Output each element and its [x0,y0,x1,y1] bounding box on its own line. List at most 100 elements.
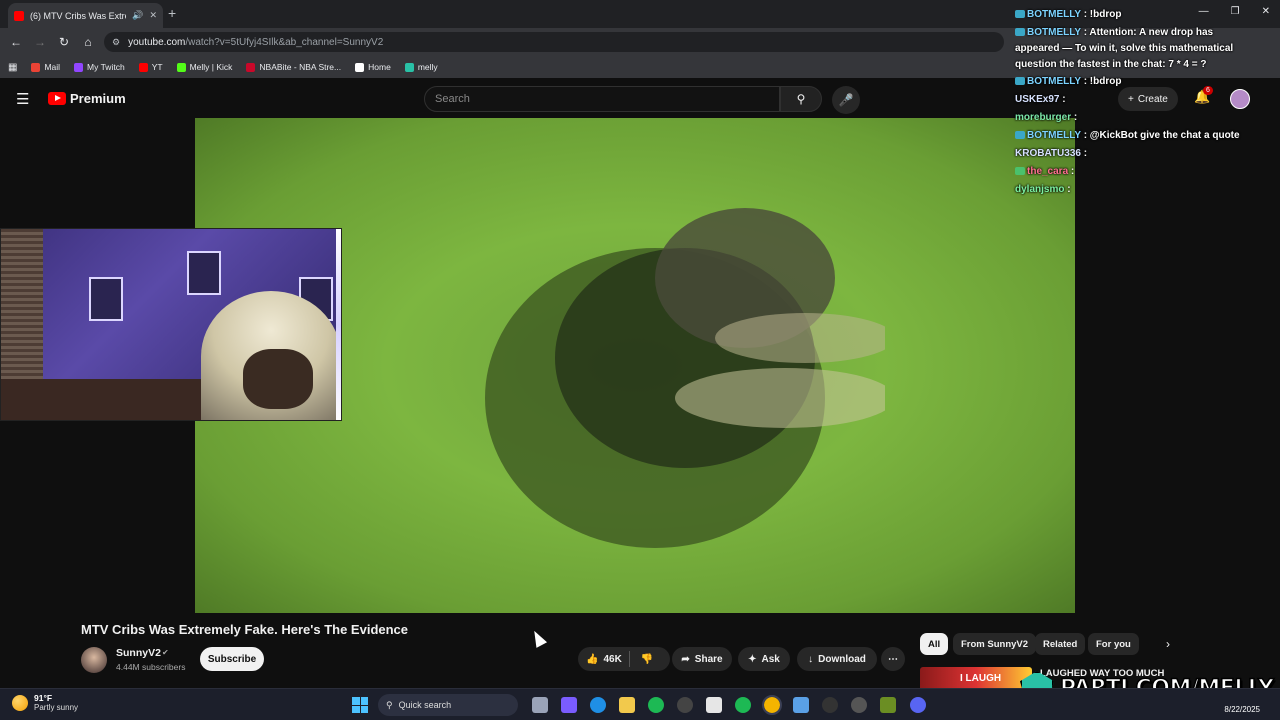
search-button[interactable]: ⚲ [780,86,822,112]
url-path: /watch?v=5tUfyj4SIlk&ab_channel=SunnyV2 [185,36,384,48]
menu-icon[interactable]: ☰ [16,90,29,108]
bot-badge-icon [1015,28,1025,37]
file-explorer-icon[interactable] [619,697,635,713]
windows-start-icon[interactable] [352,697,368,713]
more-dots-icon: ⋯ [888,653,898,665]
new-tab-button[interactable]: + [168,5,176,21]
like-divider [629,651,630,667]
channel-avatar[interactable] [81,647,107,673]
mouse-cursor-icon [528,628,548,648]
app-icon[interactable] [851,697,867,713]
chat-message: BOTMELLY : Attention: A new drop has [1015,27,1213,38]
share-button[interactable]: ➦ Share [672,647,732,671]
sub-badge-icon [1015,167,1025,176]
video-title: MTV Cribs Was Extremely Fake. Here's The… [81,622,409,637]
weather-widget[interactable]: 91°F Partly sunny [12,693,78,712]
video-frame-blurry-animal [485,208,885,548]
windows-taskbar: 91°F Partly sunny ⚲ Quick search 8/22/20… [0,688,1280,720]
browser-tab[interactable]: (6) MTV Cribs Was Extreme 🔊 ✕ [8,3,163,28]
webcam-light-strip [336,229,341,420]
chip-for-you[interactable]: For you [1088,633,1139,655]
bookmark-nbabite[interactable]: NBABite - NBA Stre... [246,62,341,72]
twitch-icon [74,62,84,72]
stream-chat-overlay: BOTMELLY : !bdrop BOTMELLY : Attention: … [1015,0,1275,200]
discord-icon[interactable] [910,697,926,713]
ask-button[interactable]: ✦ Ask [738,647,790,671]
forward-icon[interactable]: → [28,35,52,49]
bookmark-my-twitch[interactable]: My Twitch [74,62,125,72]
share-icon: ➦ [681,653,690,665]
home-icon[interactable]: ⌂ [76,35,100,49]
task-view-icon[interactable] [532,697,548,713]
verified-check-icon: ✔ [162,648,169,657]
spotify-icon[interactable] [735,697,751,713]
url-host: youtube.com [128,36,186,48]
nba-icon [246,62,256,72]
chat-message-continued: appeared — To win it, solve this mathema… [1015,43,1234,54]
photos-icon[interactable] [793,697,809,713]
chip-all[interactable]: All [920,633,949,655]
edge-icon[interactable] [590,697,606,713]
taskbar-search[interactable]: ⚲ Quick search [378,694,518,716]
chat-message: BOTMELLY : !bdrop [1015,9,1121,20]
url-field[interactable]: ⚙ youtube.com/watch?v=5tUfyj4SIlk&ab_cha… [104,32,1004,52]
thumbs-down-icon: 👎 [640,653,654,665]
back-icon[interactable]: ← [4,35,28,49]
chrome-icon[interactable] [762,695,782,715]
copilot-icon[interactable] [561,697,577,713]
bot-badge-icon [1015,10,1025,19]
tray-date: 8/22/2025 [1224,705,1260,714]
channel-name[interactable]: SunnyV2 [116,647,161,659]
chat-message: moreburger : [1015,112,1078,123]
obs-icon[interactable] [677,697,693,713]
site-info-icon[interactable]: ⚙ [112,37,120,48]
chat-message: KROBATU336 : [1015,148,1088,159]
youtube-favicon-icon [14,10,24,21]
bookmark-mail[interactable]: Mail [31,62,60,72]
voice-search-button[interactable]: 🎤 [832,86,860,114]
parti-icon [404,62,414,72]
like-button[interactable]: 👍 46K [586,654,622,665]
wall-poster [187,251,221,295]
sparkle-icon: ✦ [748,653,757,665]
media-player-icon[interactable] [822,697,838,713]
bookmark-melly-kick[interactable]: Melly | Kick [176,62,232,72]
bookmark-home[interactable]: Home [355,62,391,72]
reload-icon[interactable]: ↻ [52,35,76,49]
streamer-webcam-overlay [0,228,342,421]
more-actions-button[interactable]: ⋯ [881,647,905,671]
streamer-face [243,349,313,409]
partly-sunny-icon [12,694,28,711]
like-count: 46K [603,653,622,665]
chat-message: dylanjsmo : [1015,184,1071,195]
bookmark-yt[interactable]: YT [138,62,163,72]
chevron-right-icon[interactable]: › [1166,637,1170,651]
bot-badge-icon [1015,77,1025,86]
chip-related[interactable]: Related [1035,633,1086,655]
chip-from-sunnyv2[interactable]: From SunnyV2 [953,633,1037,655]
speaker-icon[interactable]: 🔊 [132,10,143,21]
bot-badge-icon [1015,131,1025,140]
search-icon: ⚲ [386,699,393,710]
chat-message: the_cara : [1015,166,1074,177]
system-tray[interactable]: 8/22/2025 [1224,692,1260,714]
store-icon[interactable] [706,697,722,713]
microphone-icon: 🎤 [838,93,854,107]
youtube-logo[interactable]: Premium [48,91,126,106]
subscribe-button[interactable]: Subscribe [200,647,264,671]
like-dislike-group: 👍 46K 👎 [578,647,670,671]
dislike-button[interactable]: 👎 [641,654,653,665]
app-icon[interactable] [880,697,896,713]
weather-description: Partly sunny [34,703,79,712]
search-input[interactable]: Search [424,86,780,112]
chat-message: BOTMELLY : @KickBot give the chat a quot… [1015,130,1240,141]
kick-icon [176,62,186,72]
bookmark-melly[interactable]: melly [404,62,438,72]
apps-grid-icon[interactable]: ▦ [8,62,17,73]
subscriber-count: 4.44M subscribers [116,662,186,672]
download-button[interactable]: ↓ Download [797,647,877,671]
search-icon: ⚲ [796,92,806,106]
xbox-icon[interactable] [648,697,664,713]
tab-close-icon[interactable]: ✕ [149,10,157,21]
youtube-premium-label: Premium [70,91,126,106]
